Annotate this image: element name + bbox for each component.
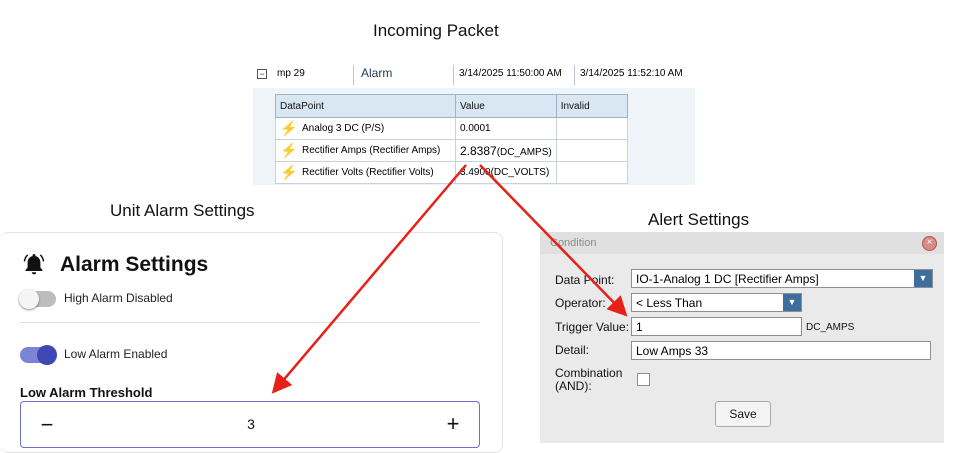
trigger-value-input[interactable]: 1	[631, 317, 802, 336]
column-header-datapoint[interactable]: DataPoint	[275, 94, 456, 118]
detail-label: Detail:	[555, 343, 590, 357]
detail-input[interactable]: Low Amps 33	[631, 341, 931, 360]
lightning-bolt-icon: ⚡	[280, 142, 298, 158]
datapoint-cell: ⚡ Rectifier Amps (Rectifier Amps)	[275, 139, 456, 162]
condition-title: Condition	[550, 237, 597, 249]
combination-label-line1: Combination	[555, 366, 623, 380]
caption-alert-settings: Alert Settings	[648, 210, 750, 229]
header-divider	[453, 65, 454, 85]
datapoint-unit: (DC_AMPS)	[496, 146, 552, 158]
bell-icon	[23, 254, 45, 275]
data-point-select[interactable]: IO-1-Analog 1 DC [Rectifier Amps] ▼	[631, 269, 933, 288]
packet-time-end: 3/14/2025 11:52:10 AM	[580, 68, 683, 79]
table-row[interactable]: ⚡ Rectifier Amps (Rectifier Amps) 2.8387(…	[275, 139, 629, 162]
packet-datapoint-table: DataPoint Value Invalid ⚡ Analog 3 DC (P/…	[275, 94, 629, 184]
toggle-knob	[37, 345, 57, 365]
low-alarm-toggle[interactable]	[20, 345, 57, 365]
increment-button[interactable]: +	[441, 411, 465, 437]
close-icon[interactable]: ×	[922, 236, 937, 251]
data-point-value: IO-1-Analog 1 DC [Rectifier Amps]	[636, 272, 819, 286]
datapoint-cell: ⚡ Rectifier Volts (Rectifier Volts)	[275, 161, 456, 184]
header-divider	[574, 65, 575, 85]
threshold-value[interactable]: 3	[21, 416, 481, 432]
high-alarm-label: High Alarm Disabled	[64, 291, 173, 305]
combination-checkbox[interactable]	[637, 373, 650, 386]
invalid-cell	[555, 139, 629, 162]
unit-alarm-settings-card: Alarm Settings High Alarm Disabled Low A…	[0, 232, 503, 453]
alarm-settings-title: Alarm Settings	[60, 253, 209, 276]
combination-label: Combination (AND):	[555, 367, 622, 393]
data-point-label: Data Point:	[555, 273, 615, 287]
table-header-row: DataPoint Value Invalid	[275, 94, 629, 118]
datapoint-value: 3.4900	[460, 167, 491, 178]
divider	[20, 322, 480, 323]
value-cell: 0.0001	[455, 117, 557, 140]
trigger-unit: DC_AMPS	[806, 322, 855, 333]
datapoint-name: Rectifier Amps (Rectifier Amps)	[302, 145, 441, 157]
datapoint-unit: (DC_VOLTS)	[490, 167, 550, 178]
packet-mp: mp 29	[277, 68, 305, 79]
header-divider	[353, 65, 354, 85]
caption-incoming-packet: Incoming Packet	[373, 21, 499, 40]
chevron-down-icon[interactable]: ▼	[783, 294, 801, 311]
value-cell: 2.8387(DC_AMPS)	[455, 139, 557, 162]
low-alarm-threshold-label: Low Alarm Threshold	[20, 385, 153, 400]
table-row[interactable]: ⚡ Analog 3 DC (P/S) 0.0001	[275, 117, 629, 140]
packet-header-row[interactable]: − mp 29 Alarm 3/14/2025 11:50:00 AM 3/14…	[253, 62, 695, 88]
caption-unit-alarm-settings: Unit Alarm Settings	[110, 201, 255, 220]
packet-time-start: 3/14/2025 11:50:00 AM	[459, 68, 562, 79]
high-alarm-toggle[interactable]	[19, 289, 56, 309]
minus-box-icon[interactable]: −	[257, 69, 267, 79]
alert-condition-panel: Condition × Data Point: IO-1-Analog 1 DC…	[540, 232, 944, 443]
threshold-stepper[interactable]: − 3 +	[20, 401, 480, 448]
datapoint-name: Rectifier Volts (Rectifier Volts)	[302, 167, 434, 179]
datapoint-name: Analog 3 DC (P/S)	[302, 123, 385, 135]
value-cell: 3.4900(DC_VOLTS)	[455, 161, 557, 184]
combination-label-line2: (AND):	[555, 379, 592, 393]
operator-label: Operator:	[555, 296, 606, 310]
datapoint-value: 2.8387	[460, 143, 497, 158]
incoming-packet-panel: − mp 29 Alarm 3/14/2025 11:50:00 AM 3/14…	[253, 62, 695, 185]
table-row[interactable]: ⚡ Rectifier Volts (Rectifier Volts) 3.490…	[275, 161, 629, 184]
trigger-value-label: Trigger Value:	[555, 320, 630, 334]
invalid-cell	[555, 161, 629, 184]
low-alarm-label: Low Alarm Enabled	[64, 347, 168, 361]
chevron-down-icon[interactable]: ▼	[914, 270, 932, 287]
condition-header: Condition ×	[540, 232, 944, 254]
column-header-value[interactable]: Value	[455, 94, 557, 118]
lightning-bolt-icon: ⚡	[280, 120, 298, 136]
datapoint-cell: ⚡ Analog 3 DC (P/S)	[275, 117, 456, 140]
column-header-invalid[interactable]: Invalid	[555, 94, 629, 118]
datapoint-value: 0.0001	[460, 123, 491, 134]
operator-select[interactable]: < Less Than ▼	[631, 293, 802, 312]
lightning-bolt-icon: ⚡	[280, 164, 298, 180]
save-button[interactable]: Save	[715, 401, 771, 427]
operator-value: < Less Than	[636, 296, 703, 310]
invalid-cell	[555, 117, 629, 140]
packet-type: Alarm	[361, 66, 393, 80]
toggle-knob	[19, 289, 39, 309]
